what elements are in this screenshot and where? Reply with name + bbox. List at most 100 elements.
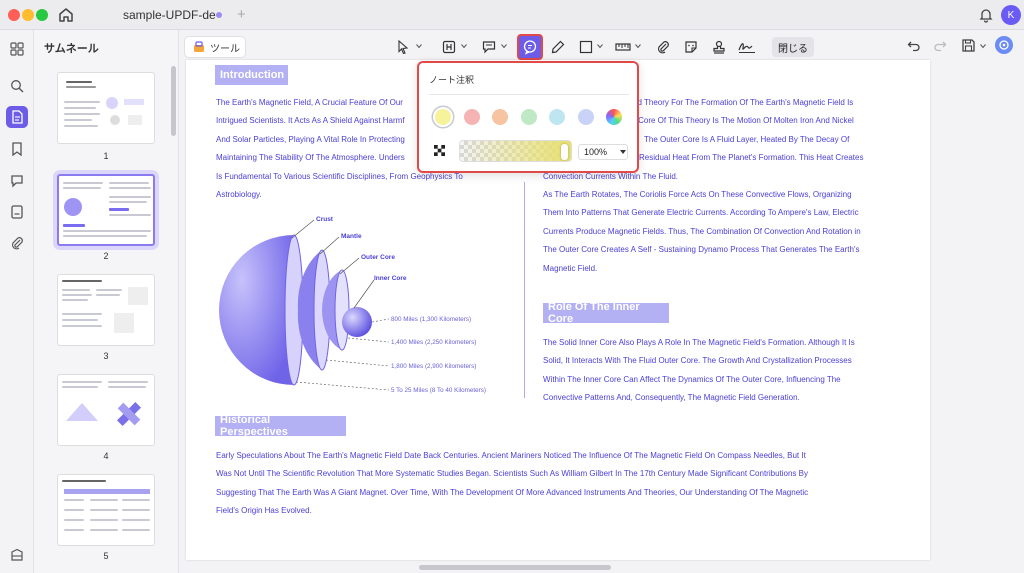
pen-icon <box>551 40 565 54</box>
thumbnail-page-number: 3 <box>103 351 109 361</box>
avatar[interactable]: K <box>1001 5 1021 25</box>
color-swatch-yellow[interactable] <box>435 109 451 125</box>
popup-title: ノート注釈 <box>429 75 475 85</box>
slider-gradient <box>460 141 571 161</box>
text-box-icon <box>442 40 456 54</box>
minimize-window-button[interactable] <box>22 9 34 21</box>
close-toolbar-button[interactable]: 閉じる <box>772 37 814 57</box>
pen-tool-button[interactable] <box>548 37 568 57</box>
paperclip-icon <box>657 41 669 54</box>
edit-document-button[interactable] <box>6 106 28 128</box>
diagram-label-crust: Crust <box>316 216 334 223</box>
text-line: Astrobiology. <box>216 190 262 200</box>
text-comment-tool-button[interactable] <box>479 37 499 57</box>
text-box-tool-button[interactable] <box>439 37 459 57</box>
chevron-down-icon <box>620 150 626 154</box>
chevron-down-icon[interactable] <box>635 43 641 49</box>
toolbox-icon <box>194 41 204 52</box>
text-line: Solid, It Interacts With The Fluid Outer… <box>543 356 852 366</box>
thumbnail-page-number: 5 <box>103 551 109 561</box>
thumbnail-page-1[interactable] <box>57 72 155 144</box>
diagram-measure-4: 5 To 25 Miles (8 To 40 Kilometers) <box>391 387 486 394</box>
signature-tool-button[interactable] <box>737 37 757 57</box>
horizontal-scrollbar[interactable] <box>419 565 611 570</box>
opacity-slider[interactable] <box>459 140 572 162</box>
bookmark-icon <box>12 142 22 156</box>
chevron-down-icon[interactable] <box>980 43 986 49</box>
tools-button[interactable]: ツール <box>184 36 246 58</box>
diagram-measure-2: 1,400 Miles (2,250 Kilometers) <box>391 339 476 346</box>
heading-historical: Historical Perspectives <box>215 414 346 438</box>
color-swatch-custom[interactable] <box>606 109 622 125</box>
sticky-note-tool-button[interactable] <box>517 34 543 60</box>
chevron-down-icon[interactable] <box>597 43 603 49</box>
thumbnail-page-5[interactable] <box>57 474 155 546</box>
attachment-panel-button[interactable] <box>6 201 28 223</box>
color-swatch-blue[interactable] <box>578 109 594 125</box>
updf-ai-button[interactable] <box>995 36 1013 54</box>
unsaved-dot <box>216 12 222 18</box>
save-icon[interactable] <box>961 38 976 53</box>
bell-icon[interactable] <box>977 6 995 24</box>
thumbnail-page-3[interactable] <box>57 274 155 346</box>
heading-inner-core: Role Of The Inner Core <box>543 301 669 325</box>
popup-divider <box>429 94 629 95</box>
stamp-icon <box>713 40 725 54</box>
thumbnail-page-number: 1 <box>103 151 109 161</box>
chevron-down-icon[interactable] <box>416 43 422 49</box>
grid-view-button[interactable] <box>6 38 28 60</box>
thumbnail-page-2[interactable] <box>57 174 155 246</box>
annotation-toolbar: 閉じる <box>391 33 815 61</box>
ai-assistant-icon <box>999 40 1009 50</box>
attachments-button[interactable] <box>6 232 28 254</box>
diagram-label-inner-core: Inner Core <box>374 275 407 282</box>
note-style-popup: ノート注釈 100% <box>417 61 639 173</box>
search-button[interactable] <box>6 75 28 97</box>
heading-introduction: Introduction <box>215 65 288 85</box>
title-bar: sample-UPDF-de + K <box>0 0 1024 30</box>
diagram-label-outer-core: Outer Core <box>361 254 395 261</box>
color-swatch-cyan[interactable] <box>549 109 565 125</box>
close-toolbar-label: 閉じる <box>778 43 808 55</box>
text-line: Convective Patterns And, Consequently, T… <box>543 393 800 403</box>
comment-icon <box>11 175 23 188</box>
color-swatch-red[interactable] <box>464 109 480 125</box>
color-swatch-green[interactable] <box>521 109 537 125</box>
tools-label: ツール <box>210 43 240 55</box>
document-tab[interactable]: sample-UPDF-de <box>93 0 253 30</box>
comment-list-button[interactable] <box>6 170 28 192</box>
opacity-icon <box>434 145 445 156</box>
stamp-tool-button[interactable] <box>709 37 729 57</box>
text-line: Suggesting That The Earth Was A Giant Ma… <box>216 487 809 497</box>
layers-icon <box>11 548 23 561</box>
bookmark-button[interactable] <box>6 138 28 160</box>
earth-layers-diagram: Crust Mantle Outer Core Inner Core 800 M… <box>219 216 486 394</box>
home-icon[interactable] <box>57 6 75 24</box>
opacity-slider-handle[interactable] <box>561 144 568 160</box>
measure-tool-button[interactable] <box>613 37 633 57</box>
layers-button[interactable] <box>6 544 28 566</box>
thumbnail-scrollbar[interactable] <box>171 66 176 136</box>
opacity-value: 100% <box>584 147 608 157</box>
shape-tool-button[interactable] <box>576 37 596 57</box>
maximize-window-button[interactable] <box>36 9 48 21</box>
text-line: Field's Origin Has Evolved. <box>216 506 312 516</box>
select-tool-button[interactable] <box>393 37 413 57</box>
chevron-down-icon[interactable] <box>461 43 467 49</box>
close-window-button[interactable] <box>8 9 20 21</box>
sticky-note-icon <box>523 40 537 55</box>
opacity-dropdown[interactable]: 100% <box>578 144 628 160</box>
redo-icon[interactable] <box>933 39 947 53</box>
attach-file-tool-button[interactable] <box>653 37 673 57</box>
thumbnail-panel-title: サムネール <box>44 43 99 55</box>
search-icon <box>11 80 24 93</box>
color-swatch-orange[interactable] <box>492 109 508 125</box>
text-comment-icon <box>482 41 496 54</box>
left-icon-rail <box>0 30 34 573</box>
diagram-label-mantle: Mantle <box>341 233 362 240</box>
sticker-tool-button[interactable] <box>681 37 701 57</box>
undo-icon[interactable] <box>907 39 921 53</box>
chevron-down-icon[interactable] <box>501 43 507 49</box>
add-tab-button[interactable]: + <box>237 6 246 23</box>
thumbnail-page-4[interactable] <box>57 374 155 446</box>
